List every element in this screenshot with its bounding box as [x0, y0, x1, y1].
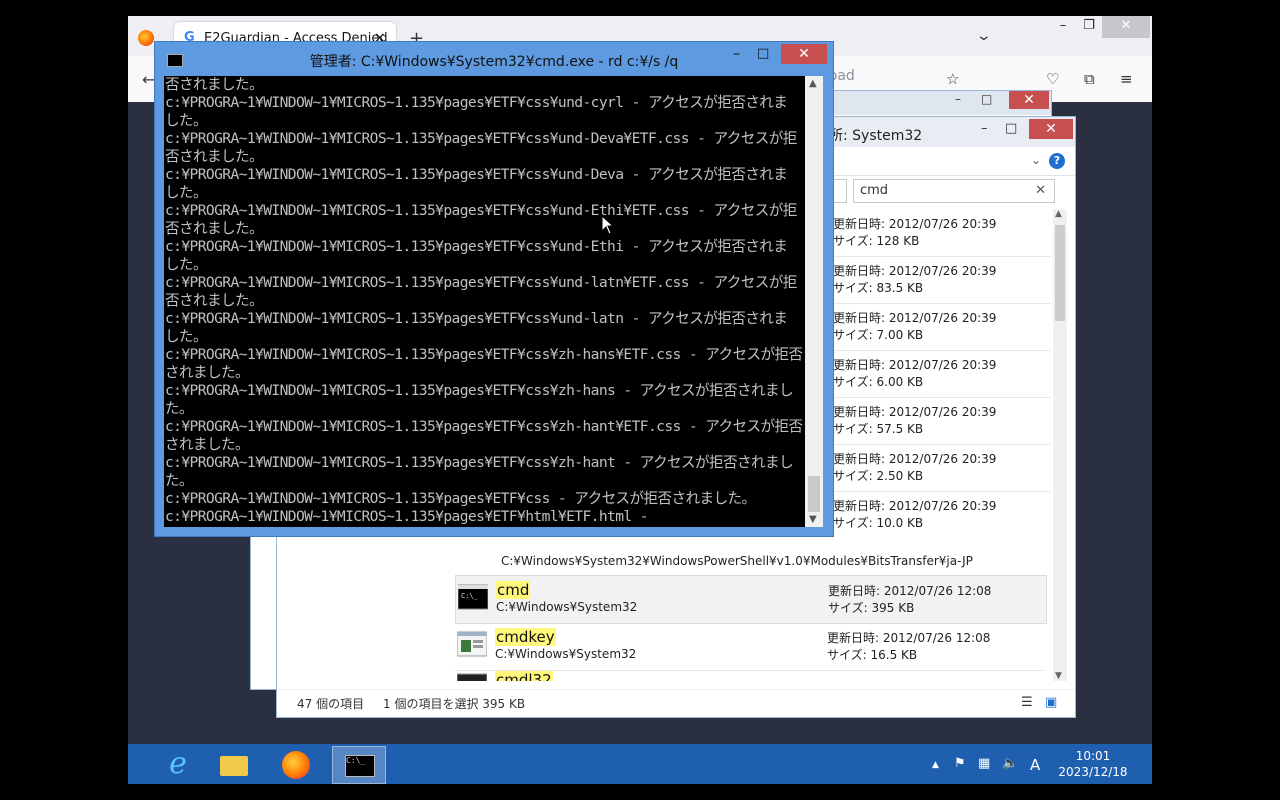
modified-date: 更新日時: 2012/07/26 20:39 [833, 311, 997, 325]
console-icon: C:\_ [345, 755, 375, 777]
internet-explorer-icon[interactable]: e [152, 746, 204, 782]
firefox-logo-icon [138, 30, 154, 46]
file-name: cmd [496, 581, 531, 599]
explorer-title: 所: System32 [829, 128, 923, 144]
mouse-cursor-icon [601, 215, 615, 235]
modified-date: 更新日時: 2012/07/26 12:08 [827, 631, 991, 645]
cmd-window: 管理者: C:¥Windows¥System32¥cmd.exe - rd c:… [154, 41, 834, 537]
explorer-back-close-button[interactable]: ✕ [1009, 91, 1049, 109]
network-icon[interactable]: ▦ [978, 756, 990, 771]
show-hidden-icons-icon[interactable]: ▲ [932, 760, 939, 770]
list-item-cmdl32[interactable]: cmdl32 [455, 671, 1045, 681]
explorer-minimize-button[interactable]: – [981, 121, 988, 136]
file-explorer-button[interactable] [208, 746, 260, 782]
tiles-view-icon[interactable]: ▣ [1045, 695, 1057, 710]
clock-date: 2023/12/18 [1058, 765, 1128, 779]
explorer-back-minimize-button[interactable]: – [955, 92, 961, 106]
scroll-up-icon[interactable]: ▲ [809, 78, 817, 89]
file-size: サイズ: 83.5 KB [833, 281, 924, 295]
file-size: サイズ: 7.00 KB [833, 328, 924, 342]
volume-icon[interactable]: 🔈 [1002, 756, 1018, 771]
list-tabs-icon[interactable]: ⌄ [976, 28, 992, 44]
svg-text:C:\_: C:\_ [461, 592, 479, 600]
cmd-close-button[interactable]: ✕ [781, 44, 827, 64]
details-view-icon[interactable]: ☰ [1021, 695, 1033, 710]
file-path: C:¥Windows¥System32 [495, 647, 637, 661]
explorer-scrollbar[interactable]: ▲ ▼ [1053, 209, 1067, 681]
file-size: サイズ: 2.50 KB [833, 469, 924, 483]
search-clear-icon[interactable]: ✕ [1035, 183, 1046, 198]
cmd-taskbar-button[interactable]: C:\_ [332, 746, 386, 784]
firefox-taskbar-button[interactable] [270, 746, 322, 782]
file-size: サイズ: 395 KB [828, 601, 915, 615]
cmd-maximize-button[interactable]: □ [757, 46, 769, 61]
scroll-thumb[interactable] [808, 476, 820, 512]
bookmark-star-icon[interactable]: ☆ [946, 70, 959, 88]
help-icon[interactable]: ? [1049, 153, 1065, 169]
cmd-title: 管理者: C:¥Windows¥System32¥cmd.exe - rd c:… [309, 54, 679, 70]
modified-date: 更新日時: 2012/07/26 20:39 [833, 499, 997, 513]
file-size: サイズ: 128 KB [833, 234, 920, 248]
desktop: G E2Guardian - Access Denied × + ⌄ – ❐ ✕… [128, 16, 1152, 784]
firefox-close-button[interactable]: ✕ [1102, 16, 1150, 38]
firefox-icon [282, 751, 310, 779]
file-size: サイズ: 57.5 KB [833, 422, 924, 436]
modified-date: 更新日時: 2012/07/26 20:39 [833, 452, 997, 466]
console-icon: C:\_ [458, 584, 488, 610]
search-input[interactable]: cmd [860, 183, 888, 198]
file-path: C:¥Windows¥System32 [496, 600, 638, 614]
folder-icon [220, 756, 248, 776]
extensions-icon[interactable]: ⧉ [1084, 70, 1095, 88]
console-output[interactable]: 否されました。 c:¥PROGRA~1¥WINDOW~1¥MICROS~1.13… [164, 76, 805, 527]
modified-date: 更新日時: 2012/07/26 20:39 [833, 264, 997, 278]
explorer-close-button[interactable]: ✕ [1029, 119, 1073, 139]
result-path: C:¥Windows¥System32¥WindowsPowerShell¥v1… [501, 554, 973, 568]
cmd-scrollbar[interactable]: ▲ ▼ [805, 76, 823, 527]
taskbar: e C:\_ ▲ ⚑ ▦ 🔈 A 10:01 2023/12/18 [128, 744, 1152, 784]
list-item-cmdkey[interactable]: cmdkey C:¥Windows¥System32 更新日時: 2012/07… [455, 623, 1045, 671]
firefox-restore-button[interactable]: ❐ [1074, 16, 1104, 38]
application-icon [457, 631, 487, 657]
clock[interactable]: 10:01 2023/12/18 [1048, 748, 1138, 780]
file-name: cmdkey [495, 628, 556, 646]
scroll-down-icon[interactable]: ▼ [1055, 671, 1062, 681]
scroll-down-icon[interactable]: ▼ [809, 514, 817, 525]
modified-date: 更新日時: 2012/07/26 20:39 [833, 358, 997, 372]
console-text: 否されました。 c:¥PROGRA~1¥WINDOW~1¥MICROS~1.13… [165, 76, 803, 525]
scroll-up-icon[interactable]: ▲ [1055, 209, 1062, 219]
modified-date: 更新日時: 2012/07/26 12:08 [828, 584, 992, 598]
file-size: サイズ: 16.5 KB [827, 648, 918, 662]
ribbon-toggle-icon[interactable]: ⌄ [1031, 153, 1041, 167]
modified-date: 更新日時: 2012/07/26 20:39 [833, 405, 997, 419]
file-name: cmdl32 [495, 671, 553, 681]
search-box[interactable]: cmd ✕ [853, 179, 1055, 203]
explorer-maximize-button[interactable]: □ [1005, 121, 1017, 136]
explorer-statusbar: 47 個の項目 1 個の項目を選択 395 KB ☰ ▣ [277, 689, 1075, 716]
clock-time: 10:01 [1075, 749, 1111, 763]
file-size: サイズ: 10.0 KB [833, 516, 924, 530]
selection-info: 1 個の項目を選択 395 KB [383, 697, 526, 711]
ime-mode-icon[interactable]: A [1030, 756, 1040, 774]
list-item-cmd[interactable]: C:\_ cmd C:¥Windows¥System32 更新日時: 2012/… [455, 575, 1047, 624]
cmd-minimize-button[interactable]: – [733, 46, 740, 62]
modified-date: 更新日時: 2012/07/26 20:39 [833, 217, 997, 231]
app-menu-icon[interactable]: ≡ [1120, 70, 1133, 88]
file-size: サイズ: 6.00 KB [833, 375, 924, 389]
scroll-thumb[interactable] [1055, 225, 1065, 321]
explorer-back-maximize-button[interactable]: □ [981, 92, 992, 106]
application-icon [457, 673, 487, 681]
action-center-flag-icon[interactable]: ⚑ [954, 756, 966, 771]
cmd-titlebar[interactable]: 管理者: C:¥Windows¥System32¥cmd.exe - rd c:… [155, 42, 833, 76]
pocket-icon[interactable]: ♡ [1046, 70, 1059, 88]
item-count: 47 個の項目 [297, 697, 365, 711]
